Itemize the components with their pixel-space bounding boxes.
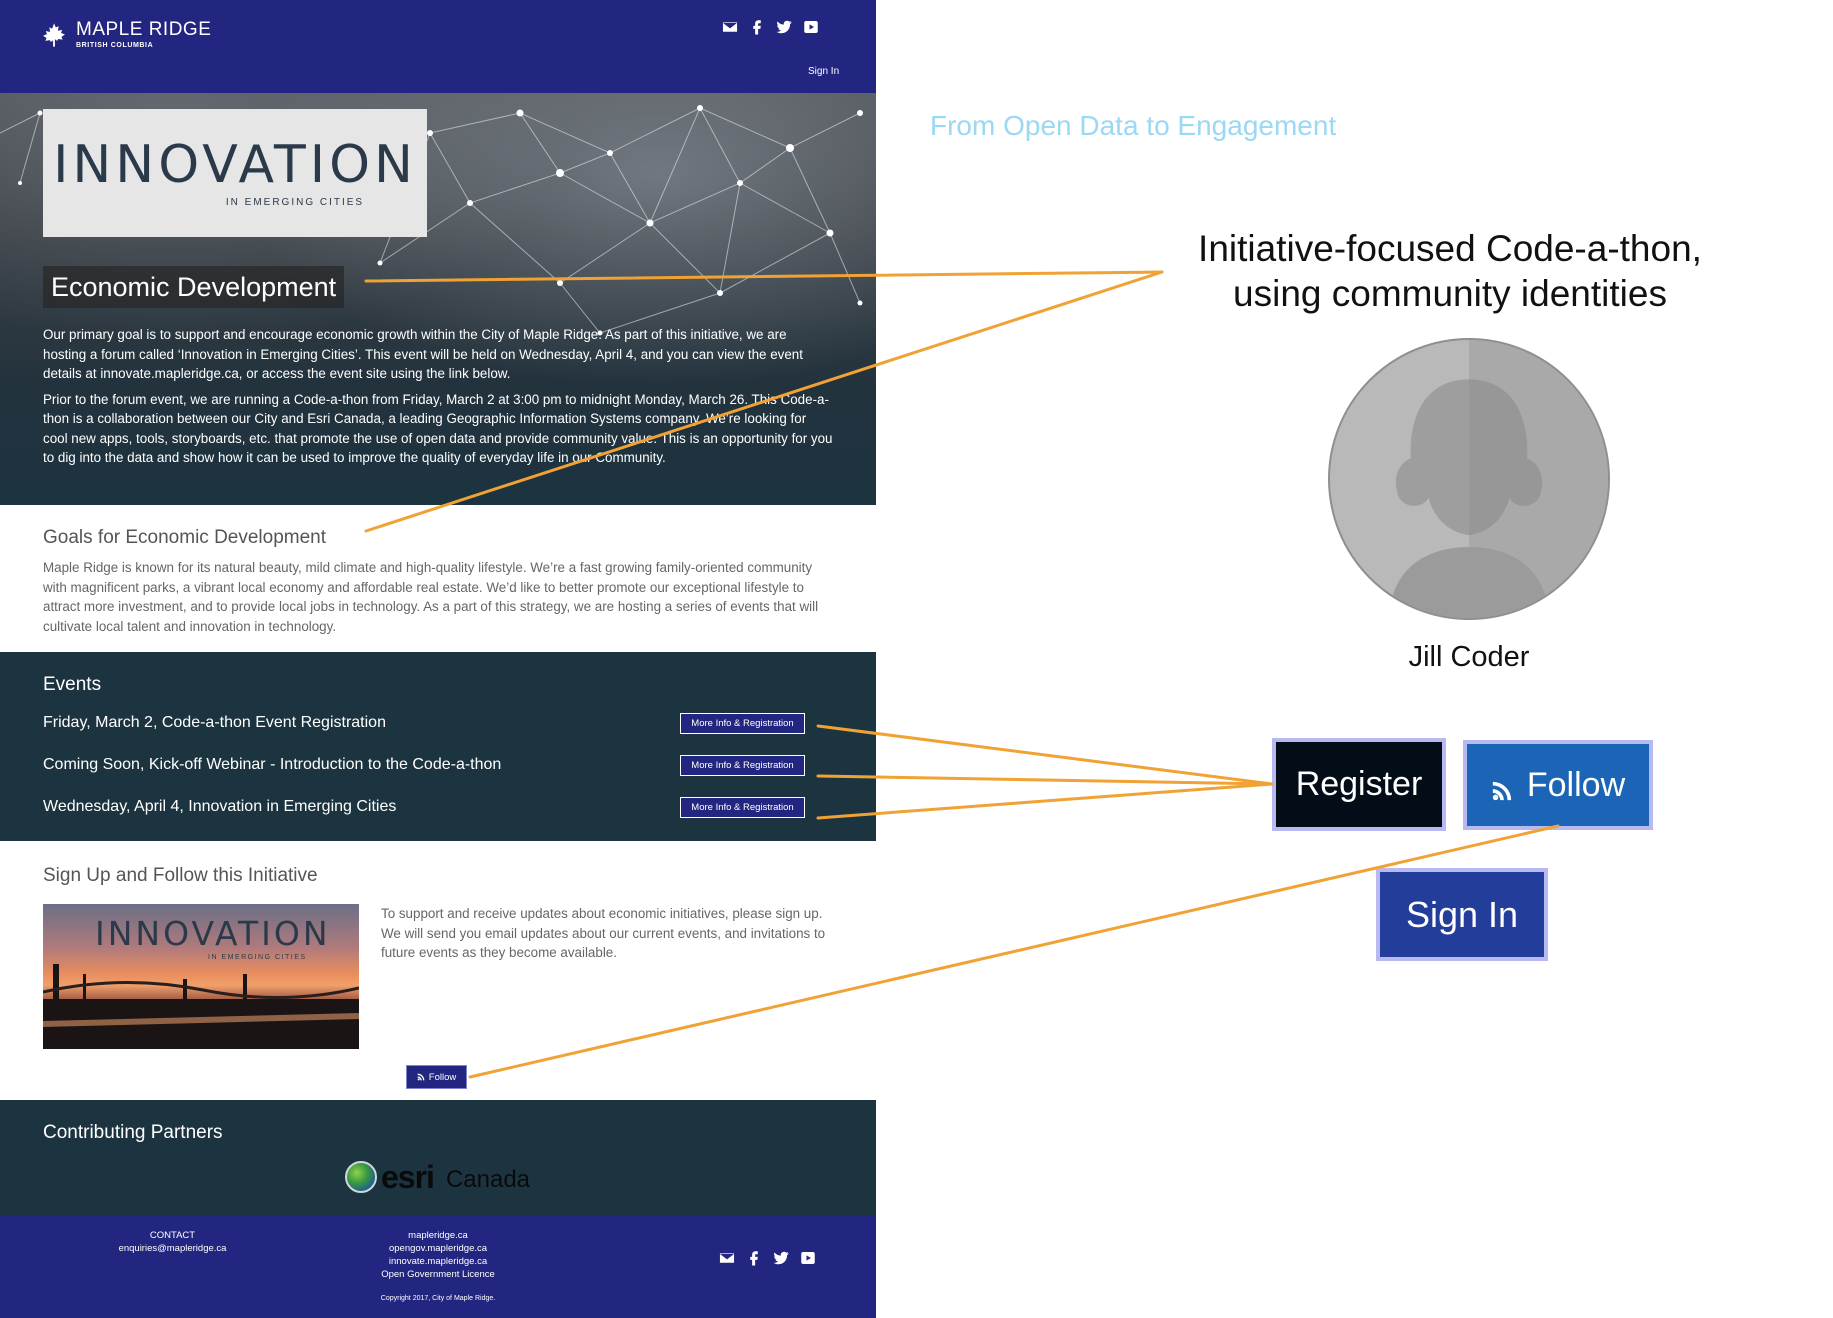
- youtube-icon[interactable]: [802, 18, 820, 36]
- event-label: Wednesday, April 4, Innovation in Emergi…: [43, 798, 397, 815]
- callout-arrow: [816, 782, 1274, 820]
- annotation-heading-line-1: Initiative-focused Code-a-thon,: [1198, 228, 1702, 269]
- more-info-registration-button[interactable]: More Info & Registration: [680, 754, 805, 776]
- user-silhouette-icon: [1389, 340, 1608, 618]
- event-row: Coming Soon, Kick-off Webinar - Introduc…: [43, 752, 805, 778]
- footer-link[interactable]: mapleridge.ca: [358, 1229, 518, 1242]
- signup-section: Sign Up and Follow this Initiative INNOV…: [0, 841, 876, 1100]
- innovation-logo-subtitle: IN EMERGING CITIES: [225, 196, 365, 208]
- innovation-logo: INNOVATION IN EMERGING CITIES: [43, 109, 427, 237]
- site-logo[interactable]: MAPLE RIDGE BRITISH COLUMBIA: [40, 20, 211, 49]
- hero-section: INNOVATION IN EMERGING CITIES Economic D…: [0, 93, 876, 505]
- annotation-heading: Initiative-focused Code-a-thon, using co…: [1170, 226, 1730, 316]
- user-name: Jill Coder: [1408, 641, 1530, 673]
- facebook-icon[interactable]: [745, 1249, 763, 1267]
- follow-button-label: Follow: [428, 1071, 457, 1083]
- site-header: MAPLE RIDGE BRITISH COLUMBIA Sign In: [0, 0, 876, 93]
- signin-button-large[interactable]: Sign In: [1376, 868, 1548, 961]
- footer-social-links: [718, 1249, 817, 1267]
- brand-name: MAPLE RIDGE: [76, 19, 212, 40]
- event-row: Wednesday, April 4, Innovation in Emergi…: [43, 794, 805, 820]
- follow-button-large[interactable]: Follow: [1463, 740, 1653, 830]
- email-icon[interactable]: [718, 1249, 736, 1267]
- goals-heading: Goals for Economic Development: [43, 527, 327, 548]
- hero-paragraph-1: Our primary goal is to support and encou…: [43, 327, 803, 381]
- event-row: Friday, March 2, Code-a-thon Event Regis…: [43, 710, 805, 736]
- signup-image-subtitle: IN EMERGING CITIES: [208, 954, 307, 961]
- twitter-icon[interactable]: [775, 18, 793, 36]
- events-section: Events Friday, March 2, Code-a-thon Even…: [0, 652, 876, 841]
- esri-country: Canada: [445, 1166, 531, 1193]
- follow-button[interactable]: Follow: [406, 1065, 467, 1089]
- slide-title: From Open Data to Engagement: [930, 110, 1337, 141]
- footer-copyright: Copyright 2017, City of Maple Ridge.: [380, 1295, 496, 1302]
- event-label: Friday, March 2, Code-a-thon Event Regis…: [43, 714, 386, 731]
- esri-wordmark: esri: [381, 1159, 435, 1195]
- goals-text: Maple Ridge is known for its natural bea…: [43, 560, 819, 634]
- signup-image-word: INNOVATION: [95, 914, 331, 953]
- innovation-sunset-image: INNOVATION IN EMERGING CITIES: [43, 904, 359, 1049]
- site-footer: CONTACT enquiries@mapleridge.ca maplerid…: [0, 1215, 876, 1318]
- email-icon[interactable]: [721, 18, 739, 36]
- annotation-heading-line-2: using community identities: [1233, 273, 1667, 314]
- partners-heading: Contributing Partners: [43, 1122, 223, 1143]
- esri-canada-logo[interactable]: esri Canada: [345, 1160, 530, 1194]
- avatar: [1328, 338, 1610, 620]
- event-label: Coming Soon, Kick-off Webinar - Introduc…: [43, 756, 502, 773]
- maple-leaf-icon: [43, 22, 65, 47]
- footer-link[interactable]: Open Government Licence: [358, 1268, 518, 1281]
- rss-icon: [417, 1073, 425, 1081]
- more-info-registration-button[interactable]: More Info & Registration: [680, 796, 805, 818]
- goals-section: Goals for Economic Development Maple Rid…: [0, 505, 876, 652]
- callout-arrow: [816, 724, 1274, 786]
- footer-contact-title: CONTACT: [149, 1230, 196, 1241]
- facebook-icon[interactable]: [748, 18, 766, 36]
- website-mockup: MAPLE RIDGE BRITISH COLUMBIA Sign In INN…: [0, 0, 876, 1318]
- events-heading: Events: [43, 674, 102, 695]
- header-social-links: [721, 18, 820, 36]
- footer-contact-email[interactable]: enquiries@mapleridge.ca: [100, 1242, 245, 1255]
- youtube-icon[interactable]: [799, 1249, 817, 1267]
- hero-description: Our primary goal is to support and encou…: [43, 325, 833, 468]
- callout-arrow: [816, 774, 1274, 786]
- footer-links: mapleridge.ca opengov.mapleridge.ca inno…: [358, 1229, 518, 1281]
- rss-icon: [1492, 781, 1512, 801]
- brand-subtitle: BRITISH COLUMBIA: [76, 42, 154, 49]
- globe-icon: [345, 1161, 377, 1193]
- header-signin-link[interactable]: Sign In: [808, 66, 839, 77]
- page-title: Economic Development: [43, 266, 345, 308]
- footer-contact: CONTACT enquiries@mapleridge.ca: [100, 1229, 245, 1255]
- signup-heading: Sign Up and Follow this Initiative: [43, 865, 318, 886]
- innovation-logo-word: INNOVATION: [53, 134, 417, 195]
- more-info-registration-button[interactable]: More Info & Registration: [680, 712, 805, 734]
- footer-link[interactable]: opengov.mapleridge.ca: [358, 1242, 518, 1255]
- footer-link[interactable]: innovate.mapleridge.ca: [358, 1255, 518, 1268]
- follow-button-large-label: Follow: [1526, 765, 1626, 804]
- twitter-icon[interactable]: [772, 1249, 790, 1267]
- signup-text: To support and receive updates about eco…: [381, 906, 826, 960]
- partners-section: Contributing Partners esri Canada: [0, 1100, 876, 1215]
- hero-paragraph-2: Prior to the forum event, we are running…: [43, 391, 833, 466]
- register-button[interactable]: Register: [1272, 738, 1446, 831]
